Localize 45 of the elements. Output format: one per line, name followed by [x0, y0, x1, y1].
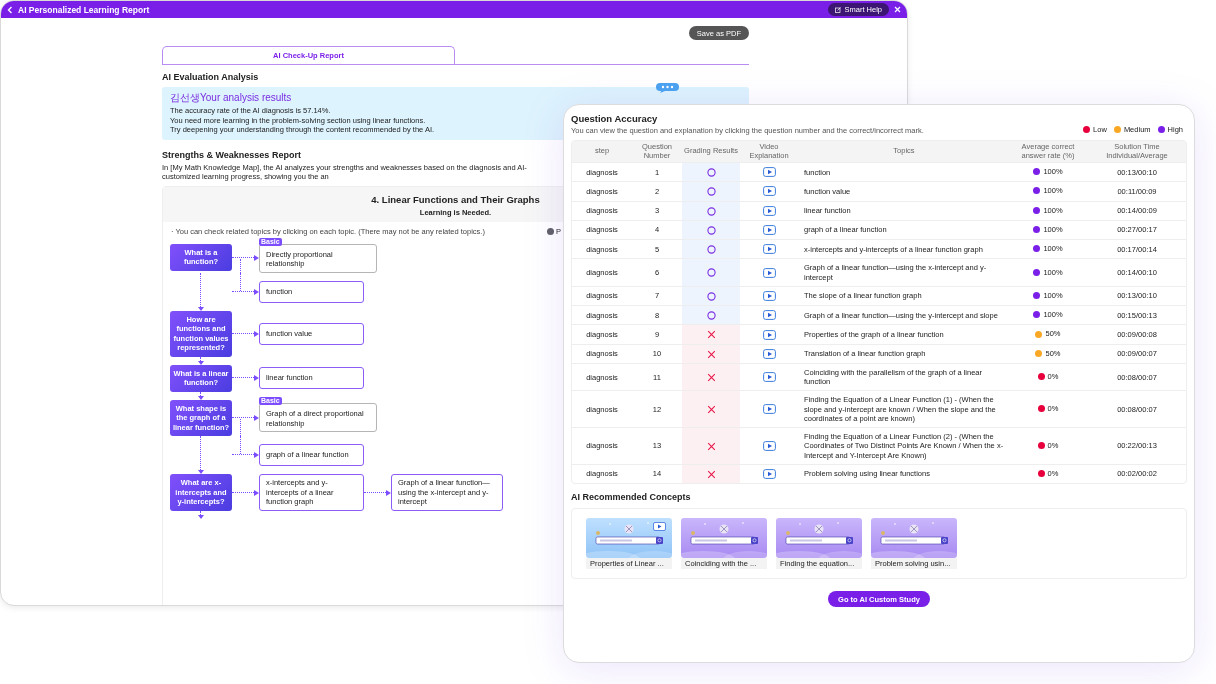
circle-mark-icon[interactable] — [706, 225, 716, 235]
video-play-icon[interactable] — [762, 468, 776, 479]
window-title: AI Personalized Learning Report — [18, 4, 150, 15]
section-heading: AI Recommended Concepts — [571, 492, 691, 502]
video-play-icon[interactable] — [762, 244, 776, 255]
video-play-icon[interactable] — [762, 372, 776, 383]
section-heading: Strengths & Weaknesses Report — [162, 149, 301, 160]
cross-mark-icon[interactable] — [706, 469, 716, 479]
section-heading: AI Evaluation Analysis — [162, 72, 259, 82]
video-play-icon[interactable] — [762, 348, 776, 359]
edit-icon — [835, 6, 842, 13]
circle-mark-icon[interactable] — [706, 311, 716, 321]
circle-mark-icon[interactable] — [706, 206, 716, 216]
cross-mark-icon[interactable] — [706, 441, 716, 451]
connector-line — [197, 391, 205, 400]
cross-mark-icon[interactable] — [706, 373, 716, 383]
circle-mark-icon[interactable] — [706, 268, 716, 278]
circle-mark-icon[interactable] — [706, 245, 716, 255]
connector-line — [197, 511, 205, 519]
connector-line — [197, 356, 205, 365]
play-icon[interactable] — [653, 522, 666, 531]
cross-mark-icon[interactable] — [706, 330, 716, 340]
circle-mark-icon[interactable] — [706, 187, 716, 197]
chat-bubble-icon — [656, 83, 679, 93]
close-icon[interactable] — [894, 6, 901, 13]
video-play-icon[interactable] — [762, 310, 776, 321]
video-play-icon[interactable] — [762, 329, 776, 340]
connector-line — [197, 436, 205, 474]
result-title: 김선생Your analysis results — [170, 91, 292, 105]
cross-mark-icon[interactable] — [706, 405, 716, 415]
card-title: 4. Linear Functions and Their Graphs — [371, 193, 540, 205]
cross-mark-icon[interactable] — [706, 349, 716, 359]
connector-line — [197, 272, 205, 311]
panel-title: Question Accuracy — [571, 113, 658, 124]
video-play-icon[interactable] — [762, 291, 776, 302]
video-play-icon[interactable] — [762, 186, 776, 197]
video-play-icon[interactable] — [762, 225, 776, 236]
video-play-icon[interactable] — [762, 267, 776, 278]
video-play-icon[interactable] — [762, 440, 776, 451]
back-icon[interactable] — [7, 5, 13, 14]
video-play-icon[interactable] — [762, 167, 776, 178]
circle-mark-icon[interactable] — [706, 167, 716, 177]
circle-mark-icon[interactable] — [706, 291, 716, 301]
video-play-icon[interactable] — [762, 205, 776, 216]
video-play-icon[interactable] — [762, 404, 776, 415]
